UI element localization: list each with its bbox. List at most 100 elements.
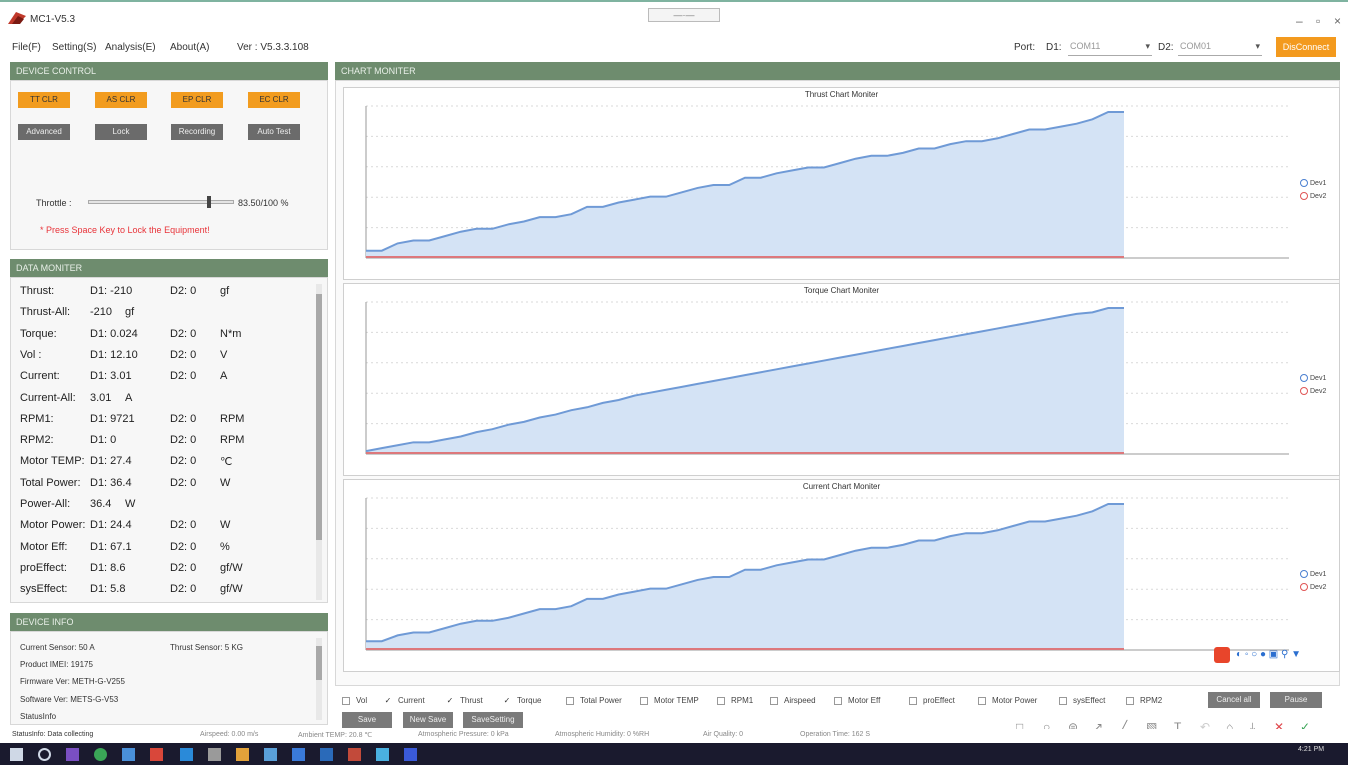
- d1-port-select[interactable]: COM11 ▾: [1068, 38, 1152, 56]
- app-icon[interactable]: [376, 748, 389, 761]
- visual-studio-icon[interactable]: [66, 748, 79, 761]
- checkmark-icon[interactable]: ✓: [503, 696, 511, 705]
- data-monitor-label: Torque:: [20, 327, 57, 340]
- app-icon[interactable]: [122, 748, 135, 761]
- lock-button[interactable]: Lock: [95, 124, 147, 140]
- menu-file[interactable]: File(F): [12, 42, 41, 53]
- menu-about[interactable]: About(A): [170, 42, 209, 53]
- data-monitor-header: DATA MONITER: [10, 259, 328, 277]
- app-icon[interactable]: [320, 748, 333, 761]
- checkbox-empty-icon[interactable]: [1126, 696, 1134, 705]
- checkbox-empty-icon[interactable]: [717, 696, 725, 705]
- menu-analysis[interactable]: Analysis(E): [105, 42, 156, 53]
- ime-logo-icon[interactable]: [1214, 647, 1230, 663]
- data-monitor-d2: D2: 0: [170, 540, 197, 553]
- floating-toolbar: ◐ ◦ ○ ● ▣ ⚲ ▼: [1214, 647, 1344, 665]
- thrust-chart: Thrust Chart Moniter Dev1 Dev2: [343, 87, 1340, 280]
- data-monitor-d2: D2: 0: [170, 561, 197, 574]
- checkbox-total-power[interactable]: Total Power: [566, 696, 622, 705]
- checkbox-empty-icon[interactable]: [342, 696, 350, 705]
- tt-clr-button[interactable]: TT CLR: [18, 92, 70, 108]
- data-monitor-d1: D1: 8.6: [90, 561, 126, 574]
- checkbox-empty-icon[interactable]: [770, 696, 778, 705]
- menu-setting[interactable]: Setting(S): [52, 42, 96, 53]
- data-monitor-row: RPM1: D1: 9721 D2: 0 RPM: [20, 413, 310, 431]
- throttle-slider-handle[interactable]: [207, 196, 212, 208]
- checkbox-empty-icon[interactable]: [978, 696, 986, 705]
- cancel-all-button[interactable]: Cancel all: [1208, 692, 1260, 708]
- checkbox-empty-icon[interactable]: [834, 696, 842, 705]
- ep-clr-button[interactable]: EP CLR: [171, 92, 223, 108]
- data-monitor-d1: D1: 27.4: [90, 455, 132, 468]
- checkbox-motor-power[interactable]: Motor Power: [978, 696, 1037, 705]
- app-icon[interactable]: [404, 748, 417, 761]
- app-icon[interactable]: [292, 748, 305, 761]
- start-menu-icon[interactable]: [10, 748, 23, 761]
- app-icon[interactable]: [236, 748, 249, 761]
- d2-port-select[interactable]: COM01 ▾: [1178, 38, 1262, 56]
- disconnect-button[interactable]: DisConnect: [1276, 37, 1336, 57]
- app-icon[interactable]: [150, 748, 163, 761]
- search-icon[interactable]: [38, 748, 51, 761]
- close-icon[interactable]: ×: [1334, 14, 1341, 28]
- data-monitor-label: Motor Eff:: [20, 540, 68, 553]
- maximize-icon[interactable]: ▫: [1316, 14, 1320, 28]
- checkbox-empty-icon[interactable]: [1059, 696, 1067, 705]
- data-monitor-label: RPM2:: [20, 434, 54, 447]
- checkbox-rpm1[interactable]: RPM1: [717, 696, 753, 705]
- pause-button[interactable]: Pause: [1270, 692, 1322, 708]
- device-info-scrollbar[interactable]: [316, 638, 322, 720]
- scrollbar-thumb[interactable]: [316, 646, 322, 680]
- checkbox-vol[interactable]: Vol: [342, 696, 367, 705]
- save-setting-button[interactable]: SaveSetting: [463, 712, 523, 728]
- checkbox-proeffect[interactable]: proEffect: [909, 696, 955, 705]
- checkbox-torque[interactable]: ✓ Torque: [503, 696, 542, 705]
- checkmark-icon[interactable]: ✓: [446, 696, 454, 705]
- checkbox-label: RPM1: [731, 696, 754, 705]
- checkbox-motor-temp[interactable]: Motor TEMP: [640, 696, 699, 705]
- checkbox-syseffect[interactable]: sysEffect: [1059, 696, 1105, 705]
- auto-test-button[interactable]: Auto Test: [248, 124, 300, 140]
- data-monitor-row: proEffect: D1: 8.6 D2: 0 gf/W: [20, 562, 310, 580]
- advanced-button[interactable]: Advanced: [18, 124, 70, 140]
- app-icon[interactable]: [264, 748, 277, 761]
- data-monitor-unit: gf: [125, 306, 135, 319]
- checkbox-motor-eff[interactable]: Motor Eff: [834, 696, 880, 705]
- checkbox-rpm2[interactable]: RPM2: [1126, 696, 1162, 705]
- new-save-button[interactable]: New Save: [403, 712, 453, 728]
- window-grip-handle[interactable]: —·—: [648, 8, 720, 22]
- data-monitor-scrollbar[interactable]: [316, 284, 322, 600]
- chrome-icon[interactable]: [94, 748, 107, 761]
- ime-tool-icons[interactable]: ◐ ◦ ○ ● ▣ ⚲ ▼: [1236, 649, 1301, 660]
- minimize-icon[interactable]: –: [1296, 14, 1303, 28]
- data-monitor-label: Motor Power:: [20, 519, 86, 532]
- app-icon[interactable]: [348, 748, 361, 761]
- app-icon[interactable]: [180, 748, 193, 761]
- data-monitor-d2: D2: 0: [170, 519, 197, 532]
- legend-dev1-label: Dev1: [1310, 179, 1327, 187]
- checkbox-label: sysEffect: [1073, 696, 1106, 705]
- checkmark-icon[interactable]: ✓: [384, 696, 392, 705]
- checkbox-thrust[interactable]: ✓ Thrust: [446, 696, 483, 705]
- menu-bar: File(F) Setting(S) Analysis(E) About(A) …: [0, 34, 1348, 60]
- checkbox-empty-icon[interactable]: [909, 696, 917, 705]
- ambient-temp-status: Ambient TEMP: 20.8 ℃: [298, 732, 373, 739]
- checkbox-airspeed[interactable]: Airspeed: [770, 696, 816, 705]
- data-monitor-row: Motor TEMP: D1: 27.4 D2: 0 ℃: [20, 455, 310, 473]
- checkbox-current[interactable]: ✓ Current: [384, 696, 425, 705]
- as-clr-button[interactable]: AS CLR: [95, 92, 147, 108]
- ec-clr-button[interactable]: EC CLR: [248, 92, 300, 108]
- scrollbar-thumb[interactable]: [316, 294, 322, 540]
- save-button[interactable]: Save: [342, 712, 392, 728]
- data-monitor-label: Vol :: [20, 348, 42, 361]
- data-monitor-label: Thrust-All:: [20, 306, 71, 319]
- checkbox-empty-icon[interactable]: [566, 696, 574, 705]
- data-monitor-d1: D1: 36.4: [90, 476, 132, 489]
- legend-dev2: Dev2: [1300, 387, 1326, 395]
- checkbox-empty-icon[interactable]: [640, 696, 648, 705]
- recording-button[interactable]: Recording: [171, 124, 223, 140]
- throttle-slider[interactable]: [88, 196, 234, 208]
- data-monitor-d1: D1: 3.01: [90, 370, 132, 383]
- app-icon[interactable]: [208, 748, 221, 761]
- legend-dev1: Dev1: [1300, 570, 1326, 578]
